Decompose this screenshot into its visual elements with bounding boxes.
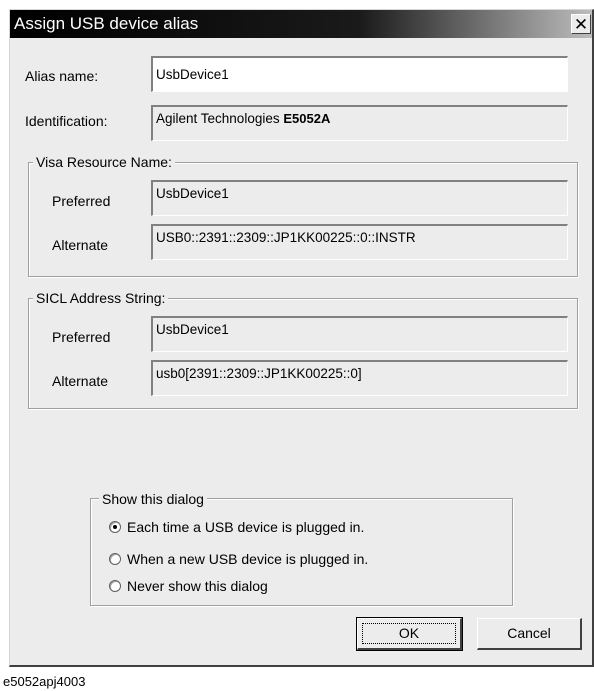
radio-new-device-label: When a new USB device is plugged in.	[127, 551, 369, 567]
sicl-preferred-label: Preferred	[52, 329, 111, 345]
alias-name-input[interactable]	[151, 56, 568, 92]
visa-resource-group-label: Visa Resource Name:	[33, 153, 175, 171]
radio-button-checked[interactable]	[109, 521, 121, 533]
window-title: Assign USB device alias	[14, 14, 199, 33]
show-dialog-group-label: Show this dialog	[99, 490, 207, 508]
identification-vendor: Agilent Technologies	[156, 111, 280, 126]
visa-alternate-field: USB0::2391::2309::JP1KK00225::0::INSTR	[151, 224, 568, 260]
visa-alternate-label: Alternate	[52, 237, 109, 253]
radio-each-time[interactable]: Each time a USB device is plugged in.	[109, 518, 364, 536]
close-icon: ✕	[573, 15, 589, 34]
radio-button[interactable]	[109, 580, 121, 592]
radio-new-device[interactable]: When a new USB device is plugged in.	[109, 550, 368, 568]
identification-label: Identification:	[25, 113, 108, 129]
sicl-alternate-label: Alternate	[52, 373, 109, 389]
radio-each-time-label: Each time a USB device is plugged in.	[127, 519, 365, 535]
cancel-button[interactable]: Cancel	[477, 618, 582, 650]
title-bar: Assign USB device alias ✕	[10, 10, 592, 38]
visa-preferred-field: UsbDevice1	[151, 180, 568, 216]
identification-field: Agilent Technologies E5052A	[151, 105, 568, 141]
sicl-alternate-field: usb0[2391::2309::JP1KK00225::0]	[151, 360, 568, 396]
sicl-address-group-label: SICL Address String:	[33, 289, 169, 307]
identification-model: E5052A	[283, 111, 331, 126]
close-button[interactable]: ✕	[571, 14, 591, 34]
assign-usb-alias-dialog: Assign USB device alias ✕ Alias name: Id…	[9, 9, 594, 667]
figure-caption: e5052apj4003	[3, 674, 86, 689]
radio-button[interactable]	[109, 553, 121, 565]
visa-preferred-label: Preferred	[52, 193, 111, 209]
ok-button[interactable]: OK	[356, 617, 463, 651]
alias-name-label: Alias name:	[25, 68, 99, 84]
cancel-button-label: Cancel	[507, 625, 551, 641]
focus-rectangle	[362, 623, 456, 644]
radio-never[interactable]: Never show this dialog	[109, 577, 268, 595]
radio-never-label: Never show this dialog	[127, 578, 268, 594]
sicl-preferred-field: UsbDevice1	[151, 316, 568, 352]
